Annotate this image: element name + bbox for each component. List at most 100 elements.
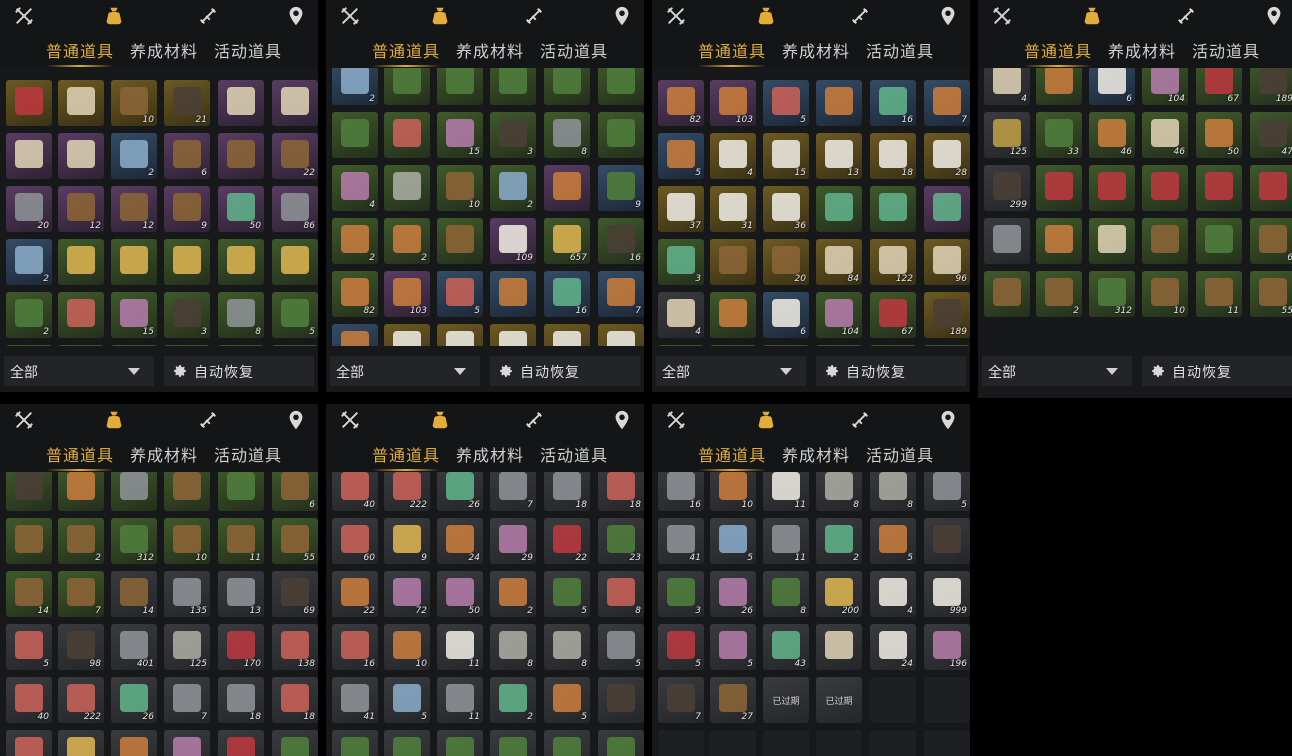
item-slot[interactable]: 22 — [272, 133, 318, 179]
item-slot[interactable] — [384, 112, 430, 158]
item-slot[interactable]: 36 — [763, 186, 809, 232]
item-slot[interactable] — [1089, 218, 1135, 264]
item-slot[interactable]: 4 — [710, 133, 756, 179]
item-slot[interactable]: 24 — [870, 624, 916, 670]
item-slot[interactable]: 26 — [437, 472, 483, 511]
map-pin-icon[interactable] — [284, 4, 308, 28]
item-slot[interactable]: 10 — [164, 518, 210, 564]
item-slot[interactable]: 8 — [870, 472, 916, 511]
item-slot[interactable] — [544, 68, 590, 105]
item-slot[interactable]: 14 — [6, 571, 52, 617]
item-slot[interactable]: 21 — [164, 80, 210, 126]
tab-event-items[interactable]: 活动道具 — [866, 38, 934, 62]
item-slot[interactable] — [58, 133, 104, 179]
item-slot[interactable]: 2 — [816, 518, 862, 564]
tab-event-items[interactable]: 活动道具 — [214, 442, 282, 466]
item-slot[interactable]: 72 — [384, 571, 430, 617]
item-slot[interactable]: 16 — [658, 472, 704, 511]
item-slot[interactable] — [598, 112, 644, 158]
item-slot[interactable] — [924, 345, 970, 346]
item-slot[interactable] — [111, 239, 157, 285]
filter-dropdown[interactable]: 全部 — [982, 356, 1132, 386]
item-slot[interactable] — [437, 730, 483, 756]
item-slot[interactable]: 5 — [544, 677, 590, 723]
item-slot[interactable] — [384, 68, 430, 105]
item-slot[interactable]: 6 — [164, 133, 210, 179]
item-slot[interactable] — [58, 239, 104, 285]
item-slot[interactable]: 7 — [164, 677, 210, 723]
item-slot[interactable]: 86 — [272, 186, 318, 232]
item-slot[interactable]: 5 — [544, 571, 590, 617]
item-slot[interactable] — [58, 345, 104, 346]
item-slot[interactable] — [984, 271, 1030, 317]
item-slot[interactable]: 40 — [6, 677, 52, 723]
item-slot[interactable] — [164, 472, 210, 511]
filter-dropdown[interactable]: 全部 — [656, 356, 806, 386]
item-slot[interactable]: 7 — [58, 571, 104, 617]
item-slot[interactable] — [1142, 165, 1188, 211]
item-slot[interactable]: 69 — [272, 571, 318, 617]
item-slot[interactable]: 138 — [272, 624, 318, 670]
item-slot[interactable]: 196 — [924, 624, 970, 670]
item-slot[interactable]: 3 — [490, 112, 536, 158]
item-slot[interactable]: 103 — [384, 271, 430, 317]
item-slot[interactable] — [58, 292, 104, 338]
item-slot[interactable] — [384, 730, 430, 756]
item-slot[interactable]: 13 — [218, 571, 264, 617]
item-slot[interactable]: 5 — [763, 80, 809, 126]
item-slot[interactable] — [598, 677, 644, 723]
item-slot[interactable]: 9 — [164, 186, 210, 232]
item-slot[interactable] — [111, 730, 157, 756]
item-slot[interactable] — [384, 165, 430, 211]
tab-event-items[interactable]: 活动道具 — [540, 442, 608, 466]
item-slot[interactable] — [6, 518, 52, 564]
item-slot[interactable]: 4 — [870, 571, 916, 617]
item-slot[interactable]: 8 — [218, 292, 264, 338]
item-slot[interactable] — [870, 345, 916, 346]
item-slot[interactable]: 2 — [111, 133, 157, 179]
item-slot[interactable]: 84 — [816, 239, 862, 285]
item-slot[interactable]: 16 — [870, 80, 916, 126]
expired-item-slot[interactable]: 已过期 — [816, 677, 862, 723]
item-slot[interactable]: 11 — [437, 624, 483, 670]
item-slot[interactable]: 50 — [1196, 112, 1242, 158]
item-slot[interactable] — [384, 324, 430, 346]
item-slot[interactable]: 98 — [58, 624, 104, 670]
item-slot[interactable] — [870, 186, 916, 232]
item-slot[interactable] — [490, 68, 536, 105]
item-slot[interactable]: 11 — [218, 518, 264, 564]
tab-common-items[interactable]: 普通道具 — [1024, 38, 1093, 67]
item-slot[interactable]: 222 — [58, 677, 104, 723]
item-slot[interactable]: 7 — [598, 271, 644, 317]
item-slot[interactable] — [6, 730, 52, 756]
item-slot[interactable]: 3 — [658, 239, 704, 285]
item-slot[interactable]: 2 — [1036, 271, 1082, 317]
item-slot[interactable] — [710, 292, 756, 338]
auto-restore-button[interactable]: 自动恢复 — [816, 356, 966, 386]
item-slot[interactable]: 43 — [763, 624, 809, 670]
item-slot[interactable] — [816, 186, 862, 232]
item-slot[interactable]: 55 — [1250, 271, 1292, 317]
item-slot[interactable] — [1036, 68, 1082, 105]
item-slot[interactable]: 15 — [111, 292, 157, 338]
item-slot[interactable]: 18 — [544, 472, 590, 511]
money-pouch-icon[interactable] — [754, 408, 778, 432]
item-slot[interactable] — [544, 165, 590, 211]
item-slot[interactable]: 28 — [924, 133, 970, 179]
item-slot[interactable]: 200 — [816, 571, 862, 617]
item-slot[interactable]: 82 — [332, 271, 378, 317]
item-slot[interactable]: 299 — [984, 165, 1030, 211]
item-slot[interactable]: 23 — [598, 518, 644, 564]
item-slot[interactable]: 8 — [598, 571, 644, 617]
item-slot[interactable]: 109 — [490, 218, 536, 264]
item-slot[interactable] — [816, 345, 862, 346]
item-slot[interactable] — [658, 345, 704, 346]
item-slot[interactable]: 18 — [870, 133, 916, 179]
item-slot[interactable]: 8 — [544, 624, 590, 670]
scroll-icon[interactable] — [848, 4, 872, 28]
item-slot[interactable]: 50 — [218, 186, 264, 232]
filter-dropdown[interactable]: 全部 — [4, 356, 154, 386]
item-slot[interactable]: 4 — [332, 165, 378, 211]
item-slot[interactable]: 6 — [1250, 218, 1292, 264]
item-slot[interactable]: 10 — [384, 624, 430, 670]
